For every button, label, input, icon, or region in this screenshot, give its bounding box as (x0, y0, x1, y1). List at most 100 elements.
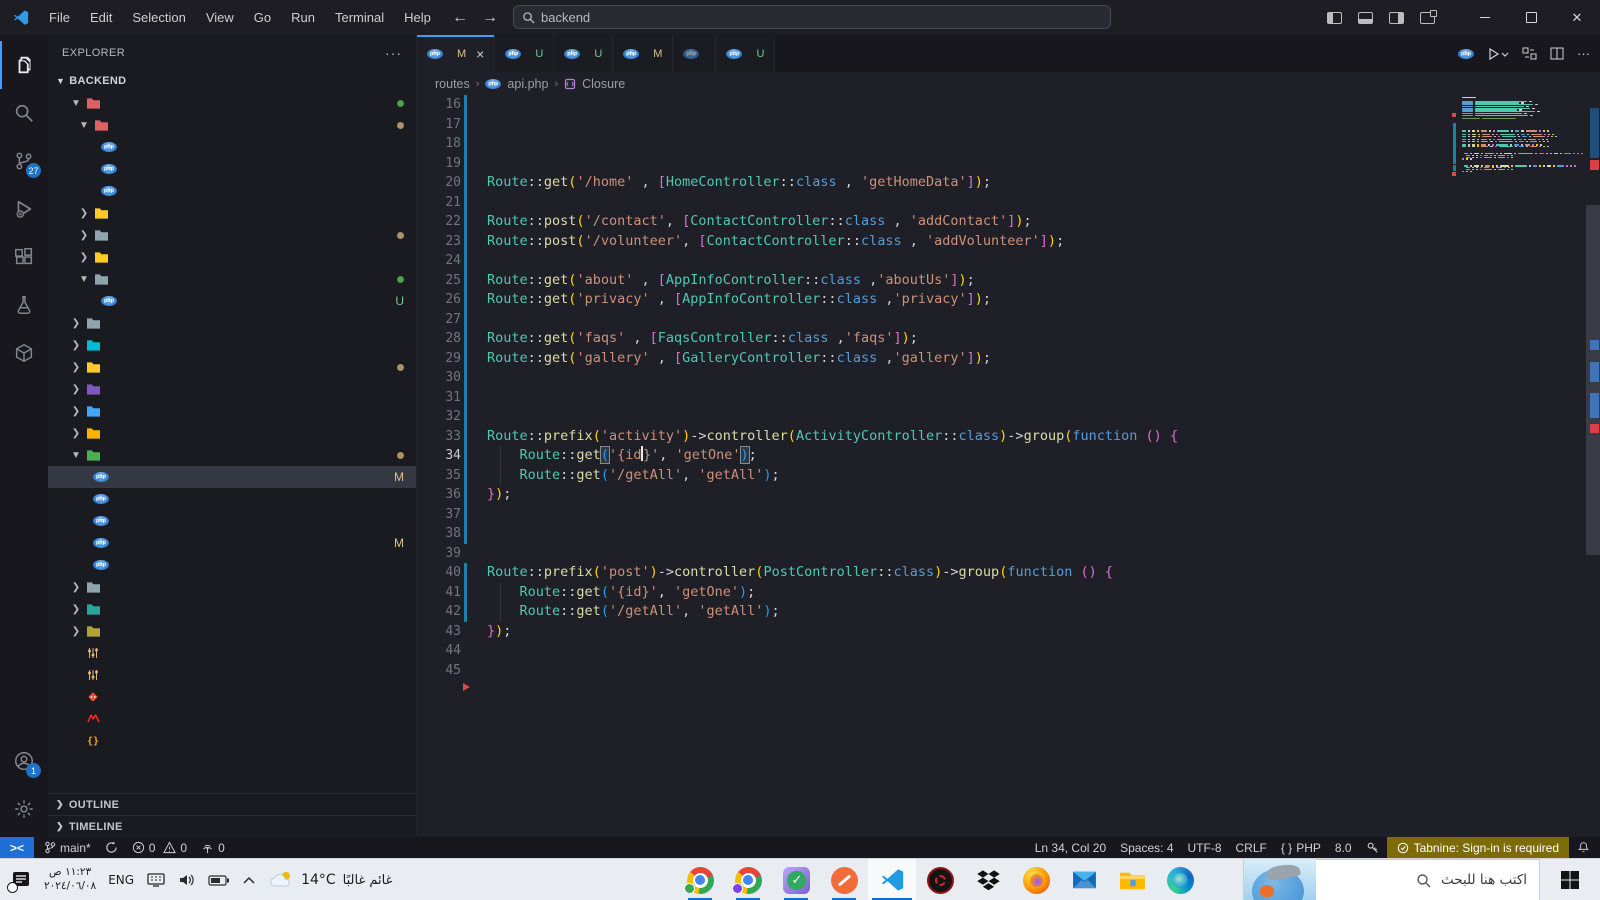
taskbar-app-mail[interactable] (1060, 859, 1108, 900)
code-line-33[interactable]: 33Route::prefix('activity')->controller(… (417, 427, 1600, 447)
menu-terminal[interactable]: Terminal (326, 7, 393, 28)
code-line-26[interactable]: 26Route::get('privacy' , [AppInfoControl… (417, 290, 1600, 310)
close-button[interactable]: ✕ (1554, 0, 1600, 35)
tree-item-providers[interactable]: ❯ (48, 202, 416, 224)
tree-item-composer-json[interactable]: {} (48, 730, 416, 752)
toggle-sidebar-icon[interactable] (1327, 12, 1342, 24)
tree-item-channels-php[interactable]: php (48, 488, 416, 510)
taskbar-app-edge[interactable] (1156, 859, 1204, 900)
tree-item-storage[interactable]: ❯ (48, 576, 416, 598)
breadcrumb-symbol[interactable]: Closure (582, 77, 625, 91)
tree-item-traits[interactable]: ▼ (48, 268, 416, 290)
code-line-36[interactable]: 36}); (417, 485, 1600, 505)
touch-keyboard-icon[interactable] (146, 872, 166, 888)
tab-gallery-php[interactable]: phpM (613, 35, 673, 72)
eol-sequence[interactable]: CRLF (1230, 841, 1273, 855)
workspace-root-folder[interactable]: ▼ BACKEND (48, 70, 416, 92)
tab-basemodel-php[interactable]: php (673, 35, 716, 72)
volume-icon[interactable] (178, 872, 196, 888)
license-key-icon[interactable] (1360, 841, 1385, 854)
tree-item-bootstrap[interactable]: ❯ (48, 312, 416, 334)
customize-layout-icon[interactable] (1420, 12, 1435, 24)
tree-item-config[interactable]: ❯ (48, 334, 416, 356)
tree-item-console-php[interactable]: php (48, 510, 416, 532)
code-line-17[interactable]: 17 (417, 115, 1600, 135)
tree-item-public[interactable]: ❯ (48, 400, 416, 422)
tab-hastranslation-php[interactable]: phpU (716, 35, 775, 72)
code-line-24[interactable]: 24 (417, 251, 1600, 271)
remote-indicator[interactable]: >< (0, 837, 34, 858)
taskbar-app-todo-app[interactable]: ✓ (772, 859, 820, 900)
tree-item-resources[interactable]: ❯ (48, 422, 416, 444)
taskbar-app-chrome-profile-2[interactable] (724, 859, 772, 900)
tree-item-volunteering-php[interactable]: php (48, 180, 416, 202)
activity-explorer-icon[interactable] (0, 41, 48, 89)
explorer-more-actions-icon[interactable]: ··· (385, 45, 402, 61)
activity-settings-gear-icon[interactable] (0, 785, 48, 833)
tab-faqscontroller-php[interactable]: phpU (495, 35, 554, 72)
tree-item-routes[interactable]: ▼ (48, 444, 416, 466)
tray-expand-chevron-icon[interactable] (242, 876, 256, 885)
menu-go[interactable]: Go (245, 7, 280, 28)
menu-view[interactable]: View (197, 7, 243, 28)
tab-gallerycontroller-php[interactable]: phpU (554, 35, 613, 72)
tabnine-status[interactable]: Tabnine: Sign-in is required (1387, 837, 1569, 858)
code-line-30[interactable]: 30 (417, 368, 1600, 388)
taskbar-app-dropbox[interactable] (964, 859, 1012, 900)
activity-search-icon[interactable] (0, 89, 48, 137)
problems-item[interactable]: 0 0 (126, 841, 193, 855)
tree-item-tests[interactable]: ❯ (48, 598, 416, 620)
toggle-panel-icon[interactable] (1358, 12, 1373, 24)
code-line-18[interactable]: 18 (417, 134, 1600, 154)
taskbar-app-vscode[interactable] (868, 859, 916, 900)
notifications-bell-icon[interactable] (1571, 841, 1596, 854)
toggle-secondary-sidebar-icon[interactable] (1389, 12, 1404, 24)
input-language-indicator[interactable]: ENG (108, 873, 134, 887)
tab-api-php[interactable]: phpM× (417, 35, 495, 72)
code-line-42[interactable]: 42 Route::get('/getAll', 'getAll'); (417, 602, 1600, 622)
code-line-29[interactable]: 29Route::get('gallery' , [GalleryControl… (417, 349, 1600, 369)
code-line-45[interactable]: 45 (417, 661, 1600, 681)
code-line-38[interactable]: 38 (417, 524, 1600, 544)
code-line-40[interactable]: 40Route::prefix('post')->controller(Post… (417, 563, 1600, 583)
tree-item--env[interactable] (48, 642, 416, 664)
tree-item-hastranslation-php[interactable]: phpU (48, 290, 416, 312)
taskbar-app-chrome-profile-1[interactable] (676, 859, 724, 900)
section-timeline[interactable]: ❯TIMELINE (48, 815, 416, 837)
taskbar-app-file-explorer[interactable] (1108, 859, 1156, 900)
code-line-23[interactable]: 23Route::post('/volunteer', [ContactCont… (417, 232, 1600, 252)
code-line-27[interactable]: 27 (417, 310, 1600, 330)
open-changes-icon[interactable] (1522, 47, 1537, 60)
git-branch-item[interactable]: main* (38, 841, 97, 855)
taskbar-app-firefox[interactable] (1012, 859, 1060, 900)
menu-help[interactable]: Help (395, 7, 440, 28)
tree-item-web-php[interactable]: php (48, 554, 416, 576)
battery-icon[interactable] (208, 874, 230, 887)
code-line-25[interactable]: 25Route::get('about' , [AppInfoControlle… (417, 271, 1600, 291)
activity-project-box-icon[interactable] (0, 329, 48, 377)
breadcrumb-file[interactable]: api.php (507, 77, 548, 91)
sync-changes-icon[interactable] (99, 841, 124, 854)
code-line-32[interactable]: 32 (417, 407, 1600, 427)
language-mode[interactable]: { } PHP (1275, 841, 1327, 855)
close-tab-icon[interactable]: × (476, 46, 484, 62)
code-line-44[interactable]: 44 (417, 641, 1600, 661)
code-line-22[interactable]: 22Route::post('/contact', [ContactContro… (417, 212, 1600, 232)
tree-item-lang[interactable]: ❯ (48, 378, 416, 400)
tree-item-api-php[interactable]: phpM (48, 466, 416, 488)
code-line-39[interactable]: 39 (417, 544, 1600, 564)
run-php-button[interactable] (1487, 47, 1509, 61)
editor-more-actions-icon[interactable]: ··· (1577, 46, 1590, 61)
ports-item[interactable]: 0 (195, 841, 231, 855)
menu-run[interactable]: Run (282, 7, 324, 28)
minimize-button[interactable] (1462, 0, 1508, 35)
menu-edit[interactable]: Edit (81, 7, 121, 28)
code-line-16[interactable]: 16 (417, 95, 1600, 115)
code-line-34[interactable]: 34 Route::get('{id}', 'getOne'); (417, 446, 1600, 466)
indentation[interactable]: Spaces: 4 (1114, 841, 1179, 855)
code-line-28[interactable]: 28Route::get('faqs' , [FaqsController::c… (417, 329, 1600, 349)
cursor-position[interactable]: Ln 34, Col 20 (1029, 841, 1112, 855)
taskbar-app-postman[interactable] (820, 859, 868, 900)
tree-item-models[interactable]: ▼ (48, 114, 416, 136)
taskbar-app-security-app[interactable] (916, 859, 964, 900)
